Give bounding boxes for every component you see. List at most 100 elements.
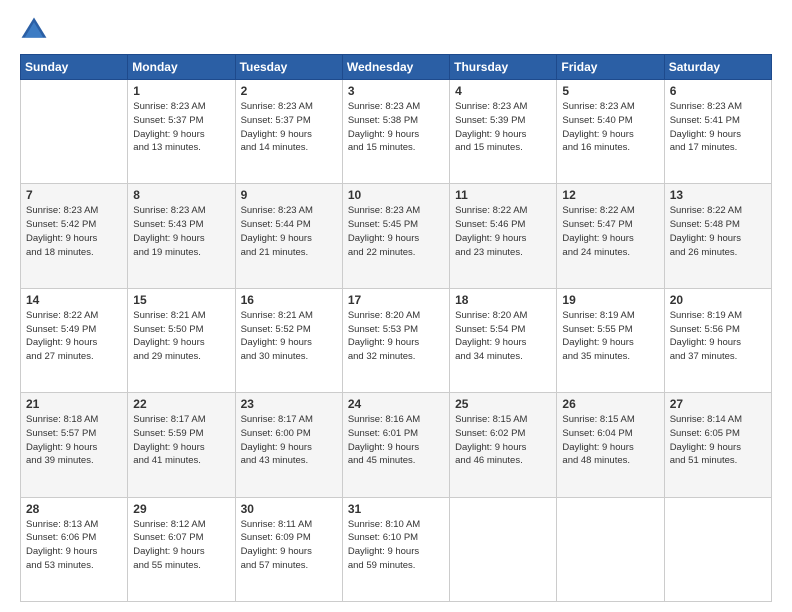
day-number: 8 <box>133 188 229 202</box>
weekday-header-thursday: Thursday <box>450 55 557 80</box>
day-info: Sunrise: 8:23 AMSunset: 5:40 PMDaylight:… <box>562 100 658 155</box>
day-number: 21 <box>26 397 122 411</box>
day-info: Sunrise: 8:22 AMSunset: 5:47 PMDaylight:… <box>562 204 658 259</box>
day-number: 5 <box>562 84 658 98</box>
calendar-cell: 3 Sunrise: 8:23 AMSunset: 5:38 PMDaylight… <box>342 80 449 184</box>
day-info: Sunrise: 8:23 AMSunset: 5:43 PMDaylight:… <box>133 204 229 259</box>
day-number: 20 <box>670 293 766 307</box>
calendar-cell: 25 Sunrise: 8:15 AMSunset: 6:02 PMDayligh… <box>450 393 557 497</box>
day-info: Sunrise: 8:22 AMSunset: 5:48 PMDaylight:… <box>670 204 766 259</box>
day-info: Sunrise: 8:23 AMSunset: 5:38 PMDaylight:… <box>348 100 444 155</box>
weekday-header-monday: Monday <box>128 55 235 80</box>
day-info: Sunrise: 8:22 AMSunset: 5:46 PMDaylight:… <box>455 204 551 259</box>
day-number: 17 <box>348 293 444 307</box>
day-info: Sunrise: 8:23 AMSunset: 5:37 PMDaylight:… <box>133 100 229 155</box>
day-info: Sunrise: 8:23 AMSunset: 5:39 PMDaylight:… <box>455 100 551 155</box>
calendar-cell: 9 Sunrise: 8:23 AMSunset: 5:44 PMDaylight… <box>235 184 342 288</box>
day-number: 22 <box>133 397 229 411</box>
calendar-cell: 5 Sunrise: 8:23 AMSunset: 5:40 PMDaylight… <box>557 80 664 184</box>
calendar-cell: 27Sunrise: 8:14 AMSunset: 6:05 PMDayligh… <box>664 393 771 497</box>
calendar-cell: 7 Sunrise: 8:23 AMSunset: 5:42 PMDaylight… <box>21 184 128 288</box>
day-number: 29 <box>133 502 229 516</box>
day-number: 14 <box>26 293 122 307</box>
calendar-cell: 23 Sunrise: 8:17 AMSunset: 6:00 PMDayligh… <box>235 393 342 497</box>
calendar-cell <box>21 80 128 184</box>
day-number: 2 <box>241 84 337 98</box>
calendar-cell: 29 Sunrise: 8:12 AMSunset: 6:07 PMDayligh… <box>128 497 235 601</box>
day-number: 7 <box>26 188 122 202</box>
day-number: 31 <box>348 502 444 516</box>
day-info: Sunrise: 8:17 AMSunset: 6:00 PMDaylight:… <box>241 413 337 468</box>
day-number: 26 <box>562 397 658 411</box>
calendar-cell: 2 Sunrise: 8:23 AMSunset: 5:37 PMDaylight… <box>235 80 342 184</box>
calendar-week-1: 1 Sunrise: 8:23 AMSunset: 5:37 PMDaylight… <box>21 80 772 184</box>
day-info: Sunrise: 8:13 AMSunset: 6:06 PMDaylight:… <box>26 518 122 573</box>
day-number: 10 <box>348 188 444 202</box>
day-info: Sunrise: 8:15 AMSunset: 6:04 PMDaylight:… <box>562 413 658 468</box>
day-number: 3 <box>348 84 444 98</box>
day-number: 6 <box>670 84 766 98</box>
weekday-header-row: SundayMondayTuesdayWednesdayThursdayFrid… <box>21 55 772 80</box>
day-number: 24 <box>348 397 444 411</box>
page: SundayMondayTuesdayWednesdayThursdayFrid… <box>0 0 792 612</box>
day-number: 27 <box>670 397 766 411</box>
day-info: Sunrise: 8:19 AMSunset: 5:55 PMDaylight:… <box>562 309 658 364</box>
day-info: Sunrise: 8:20 AMSunset: 5:53 PMDaylight:… <box>348 309 444 364</box>
day-number: 25 <box>455 397 551 411</box>
day-number: 23 <box>241 397 337 411</box>
calendar-body: 1 Sunrise: 8:23 AMSunset: 5:37 PMDaylight… <box>21 80 772 602</box>
day-number: 11 <box>455 188 551 202</box>
day-info: Sunrise: 8:23 AMSunset: 5:44 PMDaylight:… <box>241 204 337 259</box>
calendar-cell: 22Sunrise: 8:17 AMSunset: 5:59 PMDayligh… <box>128 393 235 497</box>
day-number: 19 <box>562 293 658 307</box>
calendar-cell: 24Sunrise: 8:16 AMSunset: 6:01 PMDayligh… <box>342 393 449 497</box>
calendar-cell: 20 Sunrise: 8:19 AMSunset: 5:56 PMDayligh… <box>664 288 771 392</box>
calendar-week-3: 14Sunrise: 8:22 AMSunset: 5:49 PMDayligh… <box>21 288 772 392</box>
day-info: Sunrise: 8:23 AMSunset: 5:42 PMDaylight:… <box>26 204 122 259</box>
calendar-cell: 8 Sunrise: 8:23 AMSunset: 5:43 PMDaylight… <box>128 184 235 288</box>
calendar-cell: 16Sunrise: 8:21 AMSunset: 5:52 PMDayligh… <box>235 288 342 392</box>
day-number: 28 <box>26 502 122 516</box>
day-number: 18 <box>455 293 551 307</box>
calendar-cell: 26 Sunrise: 8:15 AMSunset: 6:04 PMDayligh… <box>557 393 664 497</box>
calendar-cell: 14Sunrise: 8:22 AMSunset: 5:49 PMDayligh… <box>21 288 128 392</box>
calendar-cell: 19 Sunrise: 8:19 AMSunset: 5:55 PMDayligh… <box>557 288 664 392</box>
weekday-header-wednesday: Wednesday <box>342 55 449 80</box>
calendar-cell: 18Sunrise: 8:20 AMSunset: 5:54 PMDayligh… <box>450 288 557 392</box>
calendar-cell: 31 Sunrise: 8:10 AMSunset: 6:10 PMDayligh… <box>342 497 449 601</box>
day-info: Sunrise: 8:23 AMSunset: 5:37 PMDaylight:… <box>241 100 337 155</box>
calendar-week-5: 28 Sunrise: 8:13 AMSunset: 6:06 PMDayligh… <box>21 497 772 601</box>
day-number: 1 <box>133 84 229 98</box>
header <box>20 16 772 44</box>
day-number: 15 <box>133 293 229 307</box>
calendar-cell: 28 Sunrise: 8:13 AMSunset: 6:06 PMDayligh… <box>21 497 128 601</box>
day-number: 4 <box>455 84 551 98</box>
day-number: 9 <box>241 188 337 202</box>
calendar-cell: 12 Sunrise: 8:22 AMSunset: 5:47 PMDayligh… <box>557 184 664 288</box>
calendar-week-2: 7 Sunrise: 8:23 AMSunset: 5:42 PMDaylight… <box>21 184 772 288</box>
day-number: 13 <box>670 188 766 202</box>
day-info: Sunrise: 8:23 AMSunset: 5:41 PMDaylight:… <box>670 100 766 155</box>
calendar-cell: 21Sunrise: 8:18 AMSunset: 5:57 PMDayligh… <box>21 393 128 497</box>
calendar-cell: 1 Sunrise: 8:23 AMSunset: 5:37 PMDaylight… <box>128 80 235 184</box>
day-info: Sunrise: 8:15 AMSunset: 6:02 PMDaylight:… <box>455 413 551 468</box>
calendar-cell: 10 Sunrise: 8:23 AMSunset: 5:45 PMDayligh… <box>342 184 449 288</box>
calendar-week-4: 21Sunrise: 8:18 AMSunset: 5:57 PMDayligh… <box>21 393 772 497</box>
day-info: Sunrise: 8:10 AMSunset: 6:10 PMDaylight:… <box>348 518 444 573</box>
calendar-cell: 17 Sunrise: 8:20 AMSunset: 5:53 PMDayligh… <box>342 288 449 392</box>
calendar-cell: 11 Sunrise: 8:22 AMSunset: 5:46 PMDayligh… <box>450 184 557 288</box>
calendar-cell: 30Sunrise: 8:11 AMSunset: 6:09 PMDayligh… <box>235 497 342 601</box>
calendar-cell <box>664 497 771 601</box>
logo <box>20 16 52 44</box>
weekday-header-sunday: Sunday <box>21 55 128 80</box>
day-info: Sunrise: 8:12 AMSunset: 6:07 PMDaylight:… <box>133 518 229 573</box>
day-info: Sunrise: 8:23 AMSunset: 5:45 PMDaylight:… <box>348 204 444 259</box>
day-info: Sunrise: 8:19 AMSunset: 5:56 PMDaylight:… <box>670 309 766 364</box>
day-info: Sunrise: 8:21 AMSunset: 5:52 PMDaylight:… <box>241 309 337 364</box>
weekday-header-friday: Friday <box>557 55 664 80</box>
weekday-header-tuesday: Tuesday <box>235 55 342 80</box>
day-info: Sunrise: 8:21 AMSunset: 5:50 PMDaylight:… <box>133 309 229 364</box>
calendar-cell: 13 Sunrise: 8:22 AMSunset: 5:48 PMDayligh… <box>664 184 771 288</box>
day-number: 12 <box>562 188 658 202</box>
calendar-cell: 4 Sunrise: 8:23 AMSunset: 5:39 PMDaylight… <box>450 80 557 184</box>
